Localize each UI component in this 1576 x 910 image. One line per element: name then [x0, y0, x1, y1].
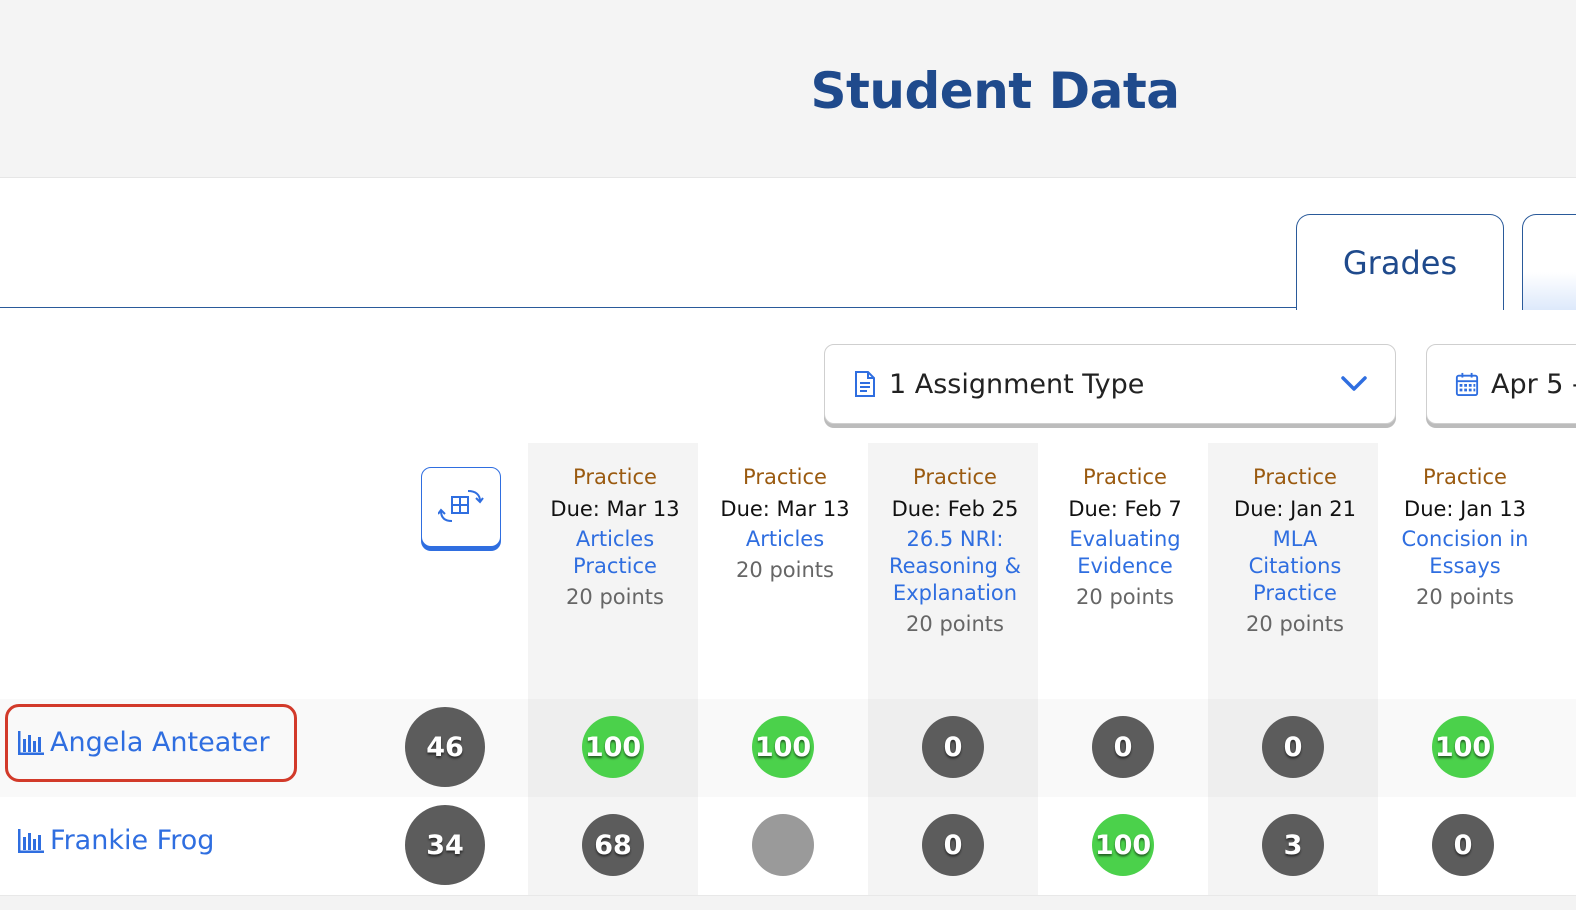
bar-chart-icon	[18, 828, 44, 853]
assignment-link[interactable]: Evaluating Evidence	[1040, 526, 1210, 580]
tab-divider	[0, 307, 1296, 308]
student-name: Angela Anteater	[50, 727, 270, 758]
assignment-type: Practice	[913, 465, 997, 489]
score-badge[interactable]: 0	[1432, 814, 1494, 876]
column-header: Practice Due: Jan 21 MLA Citations Practic…	[1210, 462, 1380, 641]
page-header: Student Data	[0, 0, 1576, 178]
score-badge[interactable]: 100	[582, 716, 644, 778]
score-badge[interactable]: 0	[1262, 716, 1324, 778]
student-link[interactable]: Frankie Frog	[18, 825, 214, 856]
column-header: Practice Due: Feb 25 26.5 NRI: Reasoning …	[870, 462, 1040, 641]
due-date: Due: Jan 21	[1234, 497, 1356, 521]
assignment-link[interactable]: 26.5 NRI: Reasoning & Explanation	[870, 526, 1040, 607]
column-header: Practice Due: Mar 13 Articles Practice 20…	[530, 462, 700, 614]
score-badge[interactable]: 100	[1432, 716, 1494, 778]
calendar-icon	[1455, 370, 1479, 398]
pivot-table-button[interactable]	[421, 467, 501, 547]
assignment-points: 20 points	[1416, 585, 1514, 609]
score-badge[interactable]: 68	[582, 814, 644, 876]
tab-next[interactable]	[1522, 214, 1576, 310]
column-header: Practice Due: Mar 13 Articles 20 points	[700, 462, 870, 587]
assignment-type-label: 1 Assignment Type	[889, 368, 1145, 400]
date-range-filter[interactable]: Apr 5 -	[1426, 344, 1576, 424]
score-badge[interactable]	[752, 814, 814, 876]
assignment-points: 20 points	[736, 558, 834, 582]
assignment-type: Practice	[573, 465, 657, 489]
student-link[interactable]: Angela Anteater	[18, 727, 270, 758]
assignment-type: Practice	[1083, 465, 1167, 489]
score-badge[interactable]: 0	[922, 716, 984, 778]
page-title: Student Data	[810, 62, 1181, 120]
average-score[interactable]: 34	[405, 805, 485, 885]
assignment-link[interactable]: Articles	[700, 526, 870, 553]
tab-grades[interactable]: Grades	[1296, 214, 1504, 310]
due-date: Due: Jan 13	[1404, 497, 1526, 521]
assignment-points: 20 points	[566, 585, 664, 609]
column-header: Practice Due: Jan 13 Concision in Essays …	[1380, 462, 1550, 614]
due-date: Due: Feb 25	[891, 497, 1019, 521]
bar-chart-icon	[18, 730, 44, 755]
score-badge[interactable]: 100	[752, 716, 814, 778]
assignment-points: 20 points	[1076, 585, 1174, 609]
score-badge[interactable]: 3	[1262, 814, 1324, 876]
document-icon	[853, 370, 877, 398]
score-badge[interactable]: 100	[1092, 814, 1154, 876]
assignment-type: Practice	[1253, 465, 1337, 489]
chevron-down-icon[interactable]	[1339, 369, 1369, 399]
assignment-link[interactable]: MLA Citations Practice	[1210, 526, 1380, 607]
assignment-points: 20 points	[1246, 612, 1344, 636]
due-date: Due: Mar 13	[720, 497, 850, 521]
pivot-table-icon	[438, 487, 484, 527]
date-range-label: Apr 5 -	[1491, 368, 1576, 400]
column-header: Practice Due: Feb 7 Evaluating Evidence 2…	[1040, 462, 1210, 614]
assignment-type: Practice	[743, 465, 827, 489]
average-score[interactable]: 46	[405, 707, 485, 787]
score-badge[interactable]: 0	[922, 814, 984, 876]
assignment-link[interactable]: Articles Practice	[530, 526, 700, 580]
next-row	[0, 895, 1576, 910]
score-badge[interactable]: 0	[1092, 716, 1154, 778]
assignment-type: Practice	[1423, 465, 1507, 489]
assignment-points: 20 points	[906, 612, 1004, 636]
assignment-type-filter[interactable]: 1 Assignment Type	[824, 344, 1396, 424]
student-name: Frankie Frog	[50, 825, 215, 856]
assignment-link[interactable]: Concision in Essays	[1380, 526, 1550, 580]
due-date: Due: Feb 7	[1068, 497, 1182, 521]
due-date: Due: Mar 13	[550, 497, 680, 521]
